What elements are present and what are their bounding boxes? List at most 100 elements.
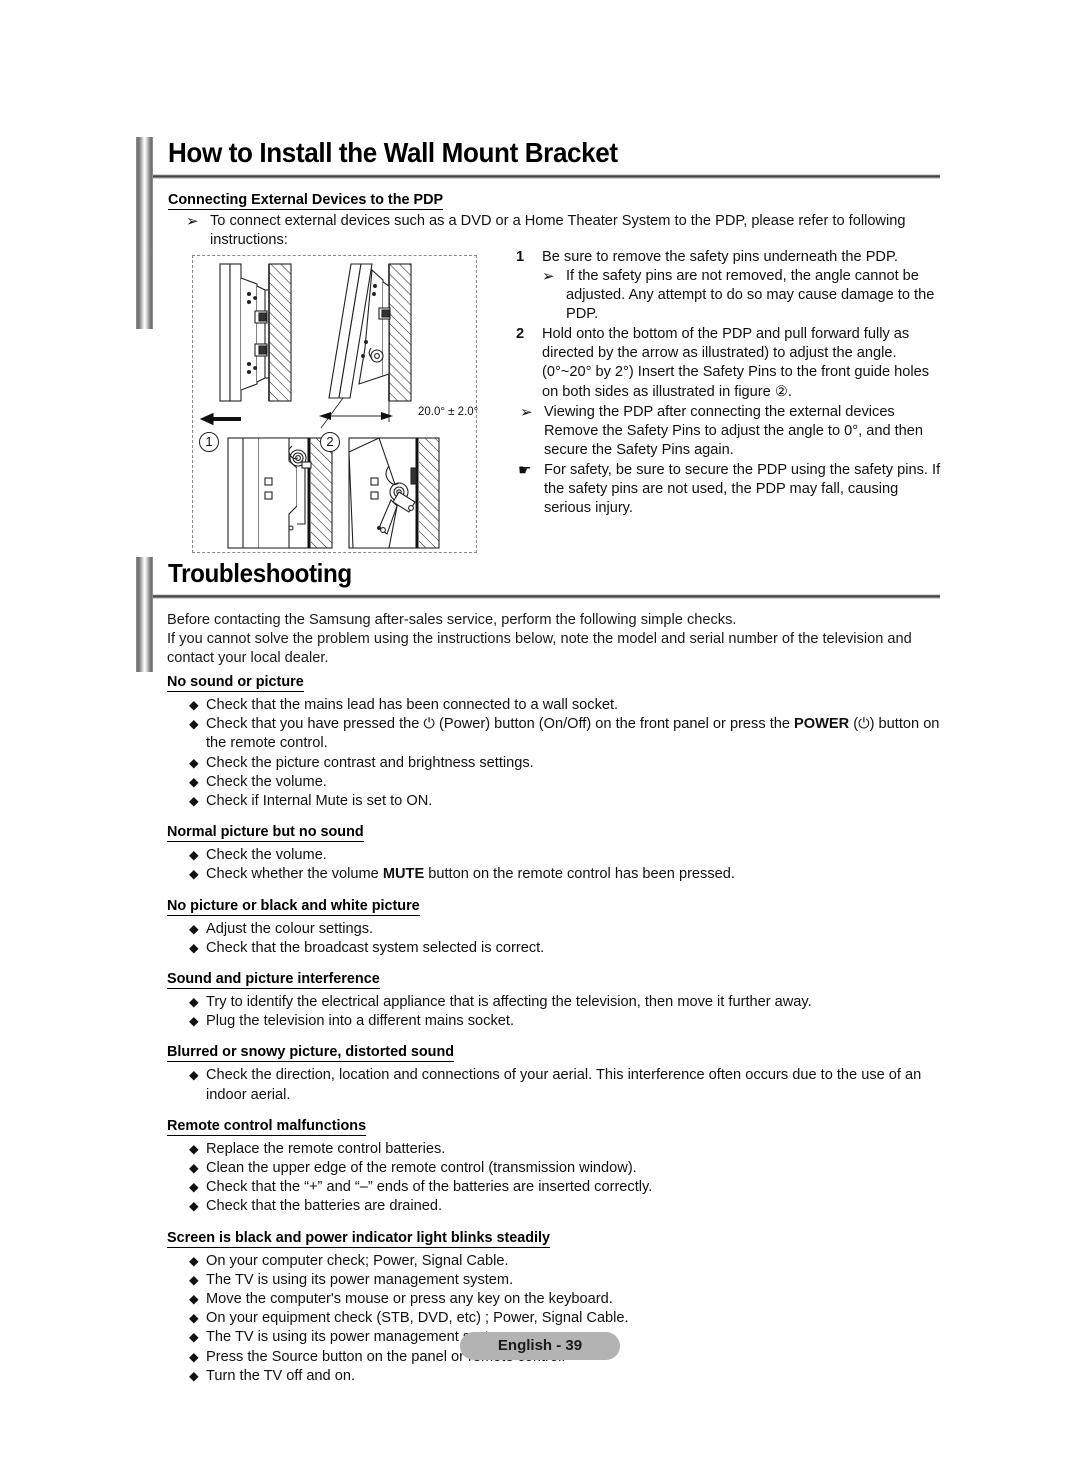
checklist-item-text: On your computer check; Power, Signal Ca…	[206, 1252, 509, 1269]
figure-label-2: 2	[320, 432, 340, 452]
group-heading: Normal picture but no sound	[167, 824, 364, 843]
checklist-item-text: Check the direction, location and connec…	[206, 1067, 922, 1103]
troubleshooting-title: Troubleshooting	[168, 558, 352, 588]
checklist-item: ◆ Check that the mains lead has been conn…	[189, 696, 957, 715]
checklist-item: ◆ On your equipment check (STB, DVD, etc)…	[189, 1309, 957, 1328]
checklist-item-text: Clean the upper edge of the remote contr…	[206, 1160, 637, 1177]
group-heading: No picture or black and white picture	[167, 897, 420, 916]
troubleshooting-intro-line1: Before contacting the Samsung after-sale…	[167, 612, 737, 628]
diamond-bullet-icon: ◆	[189, 867, 199, 882]
checklist-item-text: Check that the “+” and “–” ends of the b…	[206, 1179, 653, 1196]
checklist-item: ◆ Plug the television into a different ma…	[189, 1012, 957, 1031]
diamond-bullet-icon: ◆	[189, 698, 199, 712]
checklist-item: ◆ Check if Internal Mute is set to ON.	[189, 792, 957, 811]
checklist-item-text: Check if Internal Mute is set to ON.	[206, 793, 433, 810]
manual-page: How to Install the Wall Mount Bracket Co…	[0, 0, 1080, 1474]
viewing-note: ➢ Viewing the PDP after connecting the e…	[520, 403, 942, 461]
title-divider-1	[153, 174, 940, 179]
step-1-text: Be sure to remove the safety pins undern…	[542, 249, 898, 265]
checklist-item-text: The TV is using its power management sys…	[206, 1271, 514, 1288]
checklist-item: ◆ Replace the remote control batteries.	[189, 1140, 957, 1159]
diamond-bullet-icon: ◆	[189, 1368, 199, 1383]
checklist-item-text: Turn the TV off and on.	[206, 1367, 356, 1384]
troubleshooting-group: No picture or black and white picture ◆ Ad…	[167, 897, 957, 958]
diamond-bullet-icon: ◆	[189, 794, 199, 809]
checklist-item-text: Check the picture contrast and brightnes…	[206, 754, 534, 771]
diamond-bullet-icon: ◆	[189, 921, 199, 936]
arrow-bullet-icon: ➢	[542, 268, 555, 285]
diamond-bullet-icon: ◆	[189, 1014, 199, 1029]
diamond-bullet-icon: ◆	[189, 1349, 199, 1364]
checklist-item-text: Check that the mains lead has been conne…	[206, 697, 619, 713]
wall-mount-figure: 1 2	[192, 255, 477, 553]
checklist-item: ◆ Check the volume.	[189, 846, 957, 865]
checklist-item-text: Check the volume.	[206, 773, 327, 790]
title-divider-2	[153, 594, 940, 599]
checklist-item: ◆ Try to identify the electrical applianc…	[189, 993, 957, 1012]
group-heading: No sound or picture	[167, 674, 304, 692]
step-1-note: ➢ If the safety pins are not removed, th…	[542, 267, 942, 325]
group-item-list: ◆ On your computer check; Power, Signal C…	[167, 1252, 957, 1386]
safety-note: ☛ For safety, be sure to secure the PDP …	[518, 461, 942, 519]
viewing-note-text: Viewing the PDP after connecting the ext…	[544, 404, 924, 459]
troubleshooting-group: Sound and picture interference ◆ Try to id…	[167, 970, 957, 1031]
diamond-bullet-icon: ◆	[189, 1311, 199, 1326]
checklist-item: ◆ Move the computer's mouse or press any …	[189, 1290, 957, 1309]
group-heading: Remote control malfunctions	[167, 1117, 367, 1136]
group-item-list: ◆ Try to identify the electrical applianc…	[167, 993, 957, 1031]
group-item-list: ◆ Check the volume. ◆ Check whether the vol…	[167, 846, 957, 884]
checklist-item-text: Move the computer's mouse or press any k…	[206, 1291, 613, 1308]
step-1-note-text: If the safety pins are not removed, the …	[566, 268, 935, 323]
group-heading: Blurred or snowy picture, distorted soun…	[167, 1044, 455, 1063]
checklist-item-text: Check the volume.	[206, 847, 327, 864]
checklist-item: ◆ Check whether the volume MUTE button on…	[189, 865, 957, 884]
checklist-item-text: Plug the television into a different mai…	[206, 1013, 514, 1030]
checklist-item-text: Check that the broadcast system selected…	[206, 939, 545, 956]
diamond-bullet-icon: ◆	[189, 1068, 199, 1083]
step-2-number: 2	[516, 326, 525, 342]
diamond-bullet-icon: ◆	[189, 717, 199, 732]
intro-bullet: ➢ To connect external devices such as a …	[186, 212, 938, 250]
diamond-bullet-icon: ◆	[189, 755, 199, 770]
checklist-item-text: Replace the remote control batteries.	[206, 1140, 446, 1157]
arrow-bullet-icon: ➢	[186, 213, 199, 230]
checklist-item: ◆ Check the picture contrast and brightne…	[189, 754, 957, 773]
intro-text: To connect external devices such as a DV…	[210, 213, 906, 249]
diamond-bullet-icon: ◆	[189, 848, 199, 863]
checklist-item: ◆ Check that the batteries are drained.	[189, 1197, 957, 1216]
checklist-item: ◆ Check the direction, location and conne…	[189, 1066, 957, 1104]
group-item-list: ◆ Check that the mains lead has been conn…	[167, 696, 957, 811]
diamond-bullet-icon: ◆	[189, 1141, 199, 1156]
checklist-item: ◆ Check that you have pressed the ⏻ (Powe…	[189, 715, 957, 753]
arrow-bullet-icon: ➢	[520, 404, 533, 421]
checklist-item-text: Check whether the volume MUTE button on …	[206, 866, 735, 883]
group-heading: Screen is black and power indicator ligh…	[167, 1229, 551, 1248]
troubleshooting-group: No sound or picture ◆ Check that the mains…	[167, 673, 957, 811]
checklist-item: ◆ The TV is using its power management sy…	[189, 1271, 957, 1290]
checklist-item-text: Check that you have pressed the ⏻ (Power…	[206, 716, 940, 752]
troubleshooting-group: Remote control malfunctions ◆ Replace the …	[167, 1117, 957, 1217]
group-item-list: ◆ Replace the remote control batteries. ◆ C…	[167, 1140, 957, 1217]
checklist-item: ◆ Check the volume.	[189, 773, 957, 792]
step-2-text: Hold onto the bottom of the PDP and pull…	[542, 326, 930, 400]
checklist-item-text: Adjust the colour settings.	[206, 920, 374, 937]
figure-label-1: 1	[199, 432, 219, 452]
checklist-item: ◆ Turn the TV off and on.	[189, 1367, 957, 1386]
step-1-number: 1	[516, 249, 525, 265]
checklist-item: ◆ On your computer check; Power, Signal C…	[189, 1252, 957, 1271]
diamond-bullet-icon: ◆	[189, 1253, 199, 1268]
step-1: 1 Be sure to remove the safety pins unde…	[516, 248, 941, 267]
checklist-item: ◆ Clean the upper edge of the remote cont…	[189, 1159, 957, 1178]
section-rail-troubleshooting	[136, 557, 153, 672]
troubleshooting-intro-line2: If you cannot solve the problem using th…	[167, 631, 912, 667]
diamond-bullet-icon: ◆	[189, 1330, 199, 1345]
troubleshooting-groups: No sound or picture ◆ Check that the mains…	[167, 673, 957, 1398]
diamond-bullet-icon: ◆	[189, 1180, 199, 1195]
group-item-list: ◆ Adjust the colour settings. ◆ Check that …	[167, 920, 957, 958]
diamond-bullet-icon: ◆	[189, 1199, 199, 1214]
checklist-item: ◆ Adjust the colour settings.	[189, 920, 957, 939]
diamond-bullet-icon: ◆	[189, 1292, 199, 1307]
troubleshooting-group: Normal picture but no sound ◆ Check the vo…	[167, 823, 957, 884]
checklist-item-text: On your equipment check (STB, DVD, etc) …	[206, 1310, 629, 1327]
group-heading: Sound and picture interference	[167, 971, 380, 990]
